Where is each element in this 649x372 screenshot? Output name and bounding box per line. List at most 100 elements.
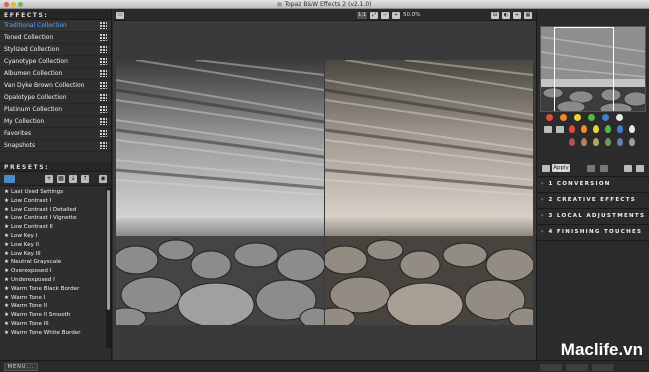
color-dot[interactable]	[546, 114, 553, 121]
star-icon[interactable]: ★	[4, 242, 9, 248]
grid-icon[interactable]	[100, 46, 107, 53]
green-drop-icon[interactable]	[605, 125, 611, 133]
grid-icon[interactable]	[100, 106, 107, 113]
light-green-drop-icon[interactable]	[605, 138, 611, 146]
light-blue-drop-icon[interactable]	[617, 138, 623, 146]
menu-button[interactable]: MENU...	[4, 363, 38, 371]
camera-icon[interactable]: ◉	[99, 174, 107, 183]
star-icon[interactable]: ★	[4, 286, 9, 292]
collection-item-2[interactable]: Stylized Collection	[0, 44, 111, 56]
brush-icon[interactable]	[544, 126, 552, 133]
zoom-in-icon[interactable]: +	[392, 12, 400, 19]
star-icon[interactable]: ★	[4, 251, 9, 257]
home-icon[interactable]	[542, 165, 550, 172]
eraser-icon[interactable]	[556, 126, 564, 133]
grid-icon[interactable]	[100, 118, 107, 125]
pin-icon[interactable]	[636, 165, 644, 172]
grid-icon[interactable]	[100, 94, 107, 101]
collection-item-0[interactable]: Traditional Collection	[0, 20, 111, 32]
light-orange-drop-icon[interactable]	[581, 138, 587, 146]
star-icon[interactable]: ★	[4, 207, 9, 213]
section-3[interactable]: › 3 LOCAL ADJUSTMENTS	[541, 211, 645, 221]
grid-icon[interactable]	[100, 58, 107, 65]
star-icon[interactable]: ★	[4, 224, 9, 230]
preview-mode-icon[interactable]: ▭	[116, 12, 124, 19]
star-icon[interactable]: ★	[4, 330, 9, 336]
star-icon[interactable]: ★	[4, 303, 9, 309]
undo-icon[interactable]	[587, 165, 595, 172]
reset-button[interactable]	[540, 364, 562, 371]
preset-item[interactable]: ★ Neutral Grayscale	[0, 258, 106, 267]
preset-item[interactable]: ★ Low Contrast II	[0, 223, 106, 232]
star-icon[interactable]: ★	[4, 189, 9, 195]
color-dot[interactable]	[560, 114, 567, 121]
preset-item[interactable]: ★ Warm Tone III	[0, 320, 106, 329]
star-icon[interactable]: ★	[4, 321, 9, 327]
import-preset-icon[interactable]: ↓	[69, 174, 77, 183]
fit-icon[interactable]: ⤢	[370, 12, 378, 19]
preset-item[interactable]: ★ Warm Tone White Border	[0, 329, 106, 338]
preset-item[interactable]: ★ Overexposed I	[0, 267, 106, 276]
color-dot[interactable]	[588, 114, 595, 121]
grid-view-icon[interactable]: ▦	[524, 12, 532, 19]
section-1[interactable]: › 1 CONVERSION	[541, 179, 611, 189]
preset-item[interactable]: ★ Low Key I	[0, 232, 106, 241]
orange-drop-icon[interactable]	[581, 125, 587, 133]
original-preview-image[interactable]	[116, 60, 324, 325]
export-preset-icon[interactable]: ↑	[81, 174, 89, 183]
preset-item[interactable]: ★ Warm Tone I	[0, 294, 106, 303]
processed-preview-image[interactable]	[325, 60, 533, 325]
collection-item-7[interactable]: Platinum Collection	[0, 104, 111, 116]
grid-icon[interactable]	[100, 142, 107, 149]
preset-item[interactable]: ★ Low Key III	[0, 250, 106, 259]
grid-icon[interactable]	[100, 130, 107, 137]
color-dot[interactable]	[616, 114, 623, 121]
collection-item-8[interactable]: My Collection	[0, 116, 111, 128]
collection-item-10[interactable]: Snapshots	[0, 140, 111, 152]
redo-icon[interactable]	[600, 165, 608, 172]
settings-icon[interactable]	[624, 165, 632, 172]
star-icon[interactable]: ★	[4, 277, 9, 283]
star-icon[interactable]: ★	[4, 312, 9, 318]
grid-preset-icon[interactable]: ▦	[57, 174, 65, 183]
collection-item-5[interactable]: Van Dyke Brown Collection	[0, 80, 111, 92]
collection-item-6[interactable]: Opalotype Collection	[0, 92, 111, 104]
collection-item-4[interactable]: Albumen Collection	[0, 68, 111, 80]
grid-icon[interactable]	[100, 82, 107, 89]
white-drop-icon[interactable]	[629, 125, 635, 133]
light-red-drop-icon[interactable]	[569, 138, 575, 146]
preset-view-icon[interactable]	[4, 174, 15, 183]
collection-item-9[interactable]: Favorites	[0, 128, 111, 140]
section-2[interactable]: › 2 CREATIVE EFFECTS	[541, 195, 636, 205]
star-icon[interactable]: ★	[4, 268, 9, 274]
presets-scrollbar[interactable]	[106, 188, 111, 348]
preset-item[interactable]: ★ Low Contrast I	[0, 197, 106, 206]
collection-item-3[interactable]: Cyanotype Collection	[0, 56, 111, 68]
light-yellow-drop-icon[interactable]	[593, 138, 599, 146]
star-icon[interactable]: ★	[4, 198, 9, 204]
apply-button[interactable]: Apply	[552, 164, 570, 172]
yellow-drop-icon[interactable]	[593, 125, 599, 133]
cancel-button[interactable]	[566, 364, 588, 371]
red-drop-icon[interactable]	[569, 125, 575, 133]
collection-item-1[interactable]: Toned Collection	[0, 32, 111, 44]
section-4[interactable]: › 4 FINISHING TOUCHES	[541, 227, 642, 237]
preset-item[interactable]: ★ Last Used Settings	[0, 188, 106, 197]
navigator-thumbnail[interactable]	[540, 26, 646, 112]
presets-scrollbar-thumb[interactable]	[107, 190, 110, 310]
zoom-out-icon[interactable]: −	[381, 12, 389, 19]
grid-icon[interactable]	[100, 70, 107, 77]
grid-icon[interactable]	[100, 34, 107, 41]
add-icon[interactable]: +	[513, 12, 521, 19]
preset-item[interactable]: ★ Warm Tone II	[0, 302, 106, 311]
preset-item[interactable]: ★ Low Contrast I Vignette	[0, 214, 106, 223]
light-gray-drop-icon[interactable]	[629, 138, 635, 146]
color-dot[interactable]	[574, 114, 581, 121]
grid-icon[interactable]	[100, 22, 107, 29]
preset-item[interactable]: ★ Warm Tone Black Border	[0, 285, 106, 294]
preset-item[interactable]: ★ Underexposed I	[0, 276, 106, 285]
star-icon[interactable]: ★	[4, 233, 9, 239]
star-icon[interactable]: ★	[4, 215, 9, 221]
split-view-icon[interactable]: ⊟	[491, 12, 499, 19]
star-icon[interactable]: ★	[4, 295, 9, 301]
